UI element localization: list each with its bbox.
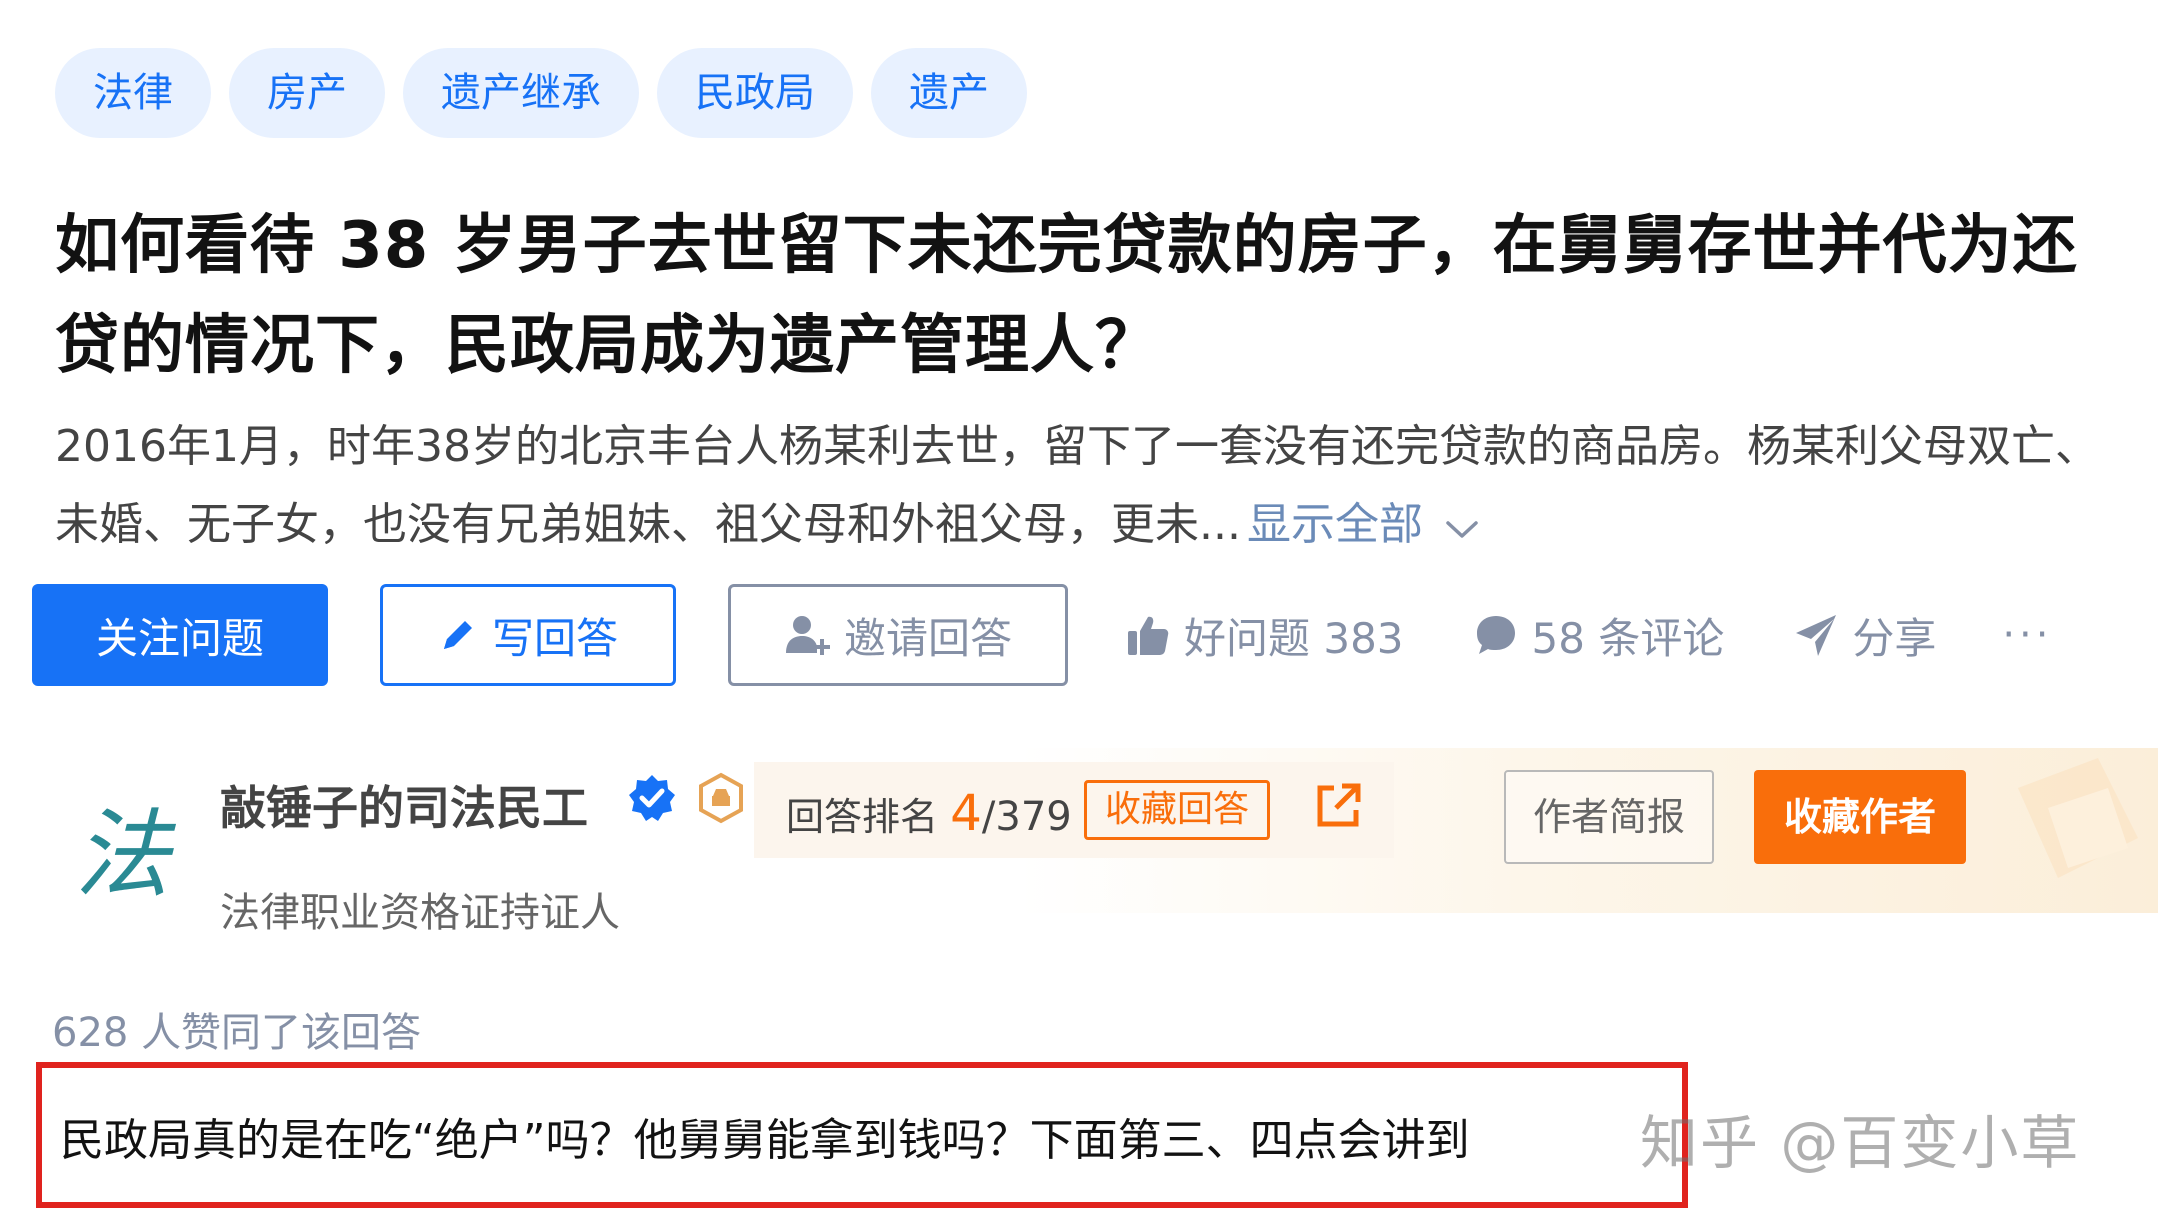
good-question-button[interactable]: 好问题 383 — [1126, 605, 1404, 666]
topic-tags: 法律 房产 遗产继承 民政局 遗产 — [55, 48, 1027, 138]
invite-answer-button[interactable]: 邀请回答 — [728, 584, 1068, 686]
share-label: 分享 — [1852, 613, 1937, 663]
more-options-button[interactable]: ··· — [2002, 612, 2052, 658]
topic-tag[interactable]: 遗产继承 — [403, 48, 639, 138]
author-bio: 法律职业资格证持证人 — [220, 890, 620, 936]
collect-answer-button[interactable]: 收藏回答 — [1084, 780, 1270, 840]
thumbs-up-icon — [1128, 616, 1169, 655]
answer-rank: 回答排名 4/379 — [786, 784, 1072, 842]
avatar-glyph: 法 — [74, 799, 177, 911]
topic-tag[interactable]: 民政局 — [657, 48, 853, 138]
comments-button[interactable]: 58 条评论 — [1474, 605, 1725, 666]
answer-text: 民政局真的是在吃“绝户”吗？他舅舅能拿到钱吗？下面第三、四点会讲到 — [60, 1115, 1470, 1166]
question-action-bar: 关注问题 写回答 邀请回答 好问题 383 58 条评论 分享 ··· — [32, 584, 2053, 686]
verified-badge-icon — [626, 772, 678, 828]
comment-bubble-icon — [1476, 616, 1515, 654]
topic-tag[interactable]: 遗产 — [871, 48, 1027, 138]
collect-author-button[interactable]: 收藏作者 — [1754, 770, 1966, 864]
highlighted-answer-box: 民政局真的是在吃“绝户”吗？他舅舅能拿到钱吗？下面第三、四点会讲到 — [36, 1062, 1688, 1208]
external-link-icon[interactable] — [1314, 782, 1362, 834]
write-answer-button[interactable]: 写回答 — [380, 584, 676, 686]
show-all-link[interactable]: 显示全部 — [1247, 499, 1423, 550]
chevron-down-icon[interactable] — [1445, 488, 1479, 566]
vote-count: 628 人赞同了该回答 — [52, 1010, 422, 1056]
answer-rank-total: /379 — [981, 794, 1072, 840]
decorative-pattern — [1988, 748, 2158, 913]
question-excerpt-text: 2016年1月，时年38岁的北京丰台人杨某利去世，留下了一套没有还完贷款的商品房… — [55, 421, 2099, 550]
topic-tag[interactable]: 法律 — [55, 48, 211, 138]
answer-rank-label: 回答排名 — [786, 795, 939, 839]
follow-question-button[interactable]: 关注问题 — [32, 584, 328, 686]
pencil-icon — [443, 621, 472, 649]
author-brief-button[interactable]: 作者简报 — [1504, 770, 1714, 864]
watermark: 知乎 @百变小草 — [1640, 1109, 2081, 1177]
answer-rank-value: 4 — [950, 784, 982, 842]
creator-level-icon — [696, 772, 746, 828]
topic-tag[interactable]: 房产 — [229, 48, 385, 138]
share-button[interactable]: 分享 — [1794, 605, 1936, 666]
share-plane-icon — [1796, 615, 1837, 656]
invite-user-icon — [785, 616, 830, 655]
author-name[interactable]: 敲锤子的司法民工 — [220, 772, 588, 838]
write-answer-label: 写回答 — [491, 613, 618, 663]
comments-label: 58 条评论 — [1531, 613, 1725, 663]
good-question-label: 好问题 383 — [1184, 613, 1404, 663]
question-title: 如何看待 38 岁男子去世留下未还完贷款的房子，在舅舅存世并代为还贷的情况下，民… — [55, 209, 2078, 383]
invite-answer-label: 邀请回答 — [843, 613, 1012, 663]
avatar[interactable]: 法 — [58, 788, 188, 918]
answer-rank-panel: 回答排名 4/379 收藏回答 — [754, 762, 1394, 858]
question-excerpt: 2016年1月，时年38岁的北京丰台人杨某利去世，留下了一套没有还完贷款的商品房… — [55, 408, 2135, 566]
